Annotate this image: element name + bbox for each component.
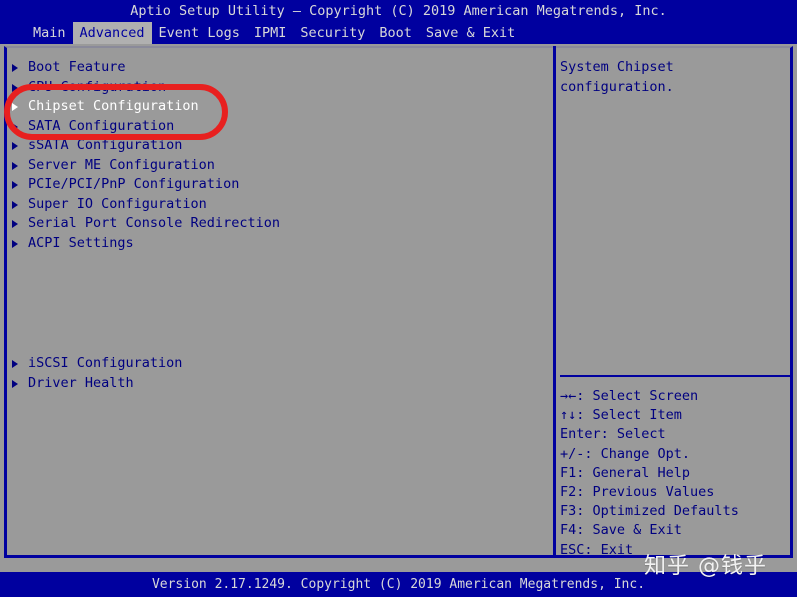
menu-item-sata-configuration[interactable]: SATA Configuration bbox=[10, 117, 545, 137]
key-legend-row: +/-: Change Opt. bbox=[560, 445, 792, 464]
key-legend-row: Enter: Select bbox=[560, 425, 792, 444]
key-legend-action: : Change Opt. bbox=[584, 446, 690, 462]
menu-item-label: Serial Port Console Redirection bbox=[28, 215, 280, 231]
menu-item-label: SATA Configuration bbox=[28, 118, 174, 134]
key-legend-key: F1 bbox=[560, 465, 576, 481]
menu-item-label: iSCSI Configuration bbox=[28, 355, 182, 371]
key-legend-key: Enter bbox=[560, 426, 601, 442]
submenu-arrow-icon bbox=[12, 64, 18, 72]
tab-main[interactable]: Main bbox=[26, 22, 73, 44]
key-legend-row: ↑↓: Select Item bbox=[560, 406, 792, 425]
submenu-arrow-icon bbox=[12, 240, 18, 248]
submenu-arrow-icon bbox=[12, 103, 18, 111]
submenu-arrow-icon bbox=[12, 123, 18, 131]
submenu-arrow-icon bbox=[12, 360, 18, 368]
key-legend-key: →← bbox=[560, 388, 576, 404]
key-legend-key: F2 bbox=[560, 484, 576, 500]
menu-item-label: Driver Health bbox=[28, 375, 134, 391]
menu-item-server-me-configuration[interactable]: Server ME Configuration bbox=[10, 156, 545, 176]
menu-item-label: ACPI Settings bbox=[28, 235, 134, 251]
menu-item-label: CPU Configuration bbox=[28, 79, 166, 95]
key-legend-key: ↑↓ bbox=[560, 407, 576, 423]
key-legend-action: : Select Item bbox=[576, 407, 682, 423]
submenu-arrow-icon bbox=[12, 142, 18, 150]
menu-item-label: Super IO Configuration bbox=[28, 196, 207, 212]
advanced-menu-list: Boot Feature CPU Configuration Chipset Con… bbox=[10, 58, 545, 393]
menu-item-serial-port-console-redirection[interactable]: Serial Port Console Redirection bbox=[10, 214, 545, 234]
menu-item-label: Chipset Configuration bbox=[28, 98, 199, 114]
menu-item-driver-health[interactable]: Driver Health bbox=[10, 374, 545, 394]
tab-event-logs[interactable]: Event Logs bbox=[152, 22, 247, 44]
key-legend-action: : General Help bbox=[576, 465, 690, 481]
menu-gap bbox=[10, 253, 545, 354]
menu-item-boot-feature[interactable]: Boot Feature bbox=[10, 58, 545, 78]
key-legend-key: F4 bbox=[560, 522, 576, 538]
key-legend-key: ESC bbox=[560, 542, 584, 558]
key-legend-key: +/- bbox=[560, 446, 584, 462]
help-separator bbox=[560, 375, 790, 377]
tab-ipmi[interactable]: IPMI bbox=[247, 22, 294, 44]
key-legend-row: F4: Save & Exit bbox=[560, 521, 792, 540]
menu-item-label: Boot Feature bbox=[28, 59, 126, 75]
menu-item-iscsi-configuration[interactable]: iSCSI Configuration bbox=[10, 354, 545, 374]
key-legend-action: : Previous Values bbox=[576, 484, 714, 500]
submenu-arrow-icon bbox=[12, 162, 18, 170]
menu-item-ssata-configuration[interactable]: sSATA Configuration bbox=[10, 136, 545, 156]
utility-title: Aptio Setup Utility – Copyright (C) 2019… bbox=[0, 0, 797, 22]
menu-item-label: Server ME Configuration bbox=[28, 157, 215, 173]
key-legend-row: F2: Previous Values bbox=[560, 483, 792, 502]
submenu-arrow-icon bbox=[12, 380, 18, 388]
menu-item-super-io-configuration[interactable]: Super IO Configuration bbox=[10, 195, 545, 215]
menu-item-acpi-settings[interactable]: ACPI Settings bbox=[10, 234, 545, 254]
submenu-arrow-icon bbox=[12, 201, 18, 209]
key-legend-key: F3 bbox=[560, 503, 576, 519]
menu-item-pcie-pci-pnp-configuration[interactable]: PCIe/PCI/PnP Configuration bbox=[10, 175, 545, 195]
key-legend: →←: Select Screen↑↓: Select ItemEnter: S… bbox=[560, 387, 792, 560]
key-legend-action: : Optimized Defaults bbox=[576, 503, 739, 519]
menu-tab-bar: MainAdvancedEvent LogsIPMISecurityBootSa… bbox=[0, 22, 797, 44]
menu-item-cpu-configuration[interactable]: CPU Configuration bbox=[10, 78, 545, 98]
help-description-text: System Chipset configuration. bbox=[560, 58, 792, 97]
menu-item-chipset-configuration[interactable]: Chipset Configuration bbox=[10, 97, 545, 117]
key-legend-action: : Select Screen bbox=[576, 388, 698, 404]
submenu-arrow-icon bbox=[12, 84, 18, 92]
menu-item-label: PCIe/PCI/PnP Configuration bbox=[28, 176, 239, 192]
key-legend-row: F3: Optimized Defaults bbox=[560, 502, 792, 521]
zhihu-watermark: 知乎 @钱乎 bbox=[644, 548, 767, 580]
key-legend-row: F1: General Help bbox=[560, 464, 792, 483]
submenu-arrow-icon bbox=[12, 220, 18, 228]
key-legend-action: : Save & Exit bbox=[576, 522, 682, 538]
tab-save-exit[interactable]: Save & Exit bbox=[419, 22, 522, 44]
tab-boot[interactable]: Boot bbox=[372, 22, 419, 44]
key-legend-action: : Exit bbox=[584, 542, 633, 558]
submenu-arrow-icon bbox=[12, 181, 18, 189]
menu-item-label: sSATA Configuration bbox=[28, 137, 182, 153]
tab-security[interactable]: Security bbox=[293, 22, 372, 44]
key-legend-action: : Select bbox=[601, 426, 666, 442]
bios-setup-screen: Aptio Setup Utility – Copyright (C) 2019… bbox=[0, 0, 797, 597]
pane-divider bbox=[553, 46, 556, 558]
tab-advanced[interactable]: Advanced bbox=[73, 22, 152, 44]
key-legend-row: →←: Select Screen bbox=[560, 387, 792, 406]
